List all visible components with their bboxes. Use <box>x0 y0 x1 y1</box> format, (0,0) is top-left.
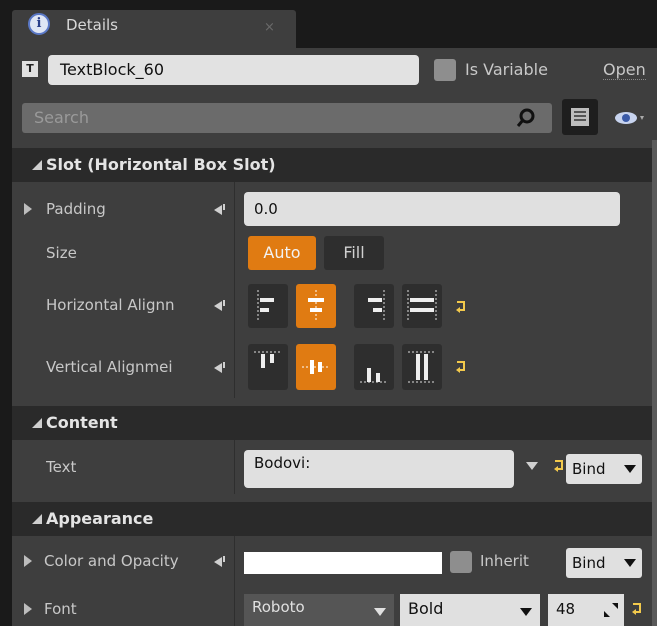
size-fill-button[interactable]: Fill <box>324 236 384 270</box>
horizontal-alignment-label: Horizontal Alignn <box>46 296 175 314</box>
valign-center-button[interactable] <box>296 344 336 390</box>
collapse-arrow-icon <box>32 418 42 428</box>
align-middle-icon <box>302 360 330 374</box>
section-appearance-header[interactable]: Appearance <box>12 502 652 536</box>
halign-fill-button[interactable] <box>402 284 442 328</box>
valign-bottom-button[interactable] <box>354 344 394 390</box>
widget-name-input[interactable]: TextBlock_60 <box>48 55 419 85</box>
reset-icon[interactable] <box>212 202 228 218</box>
align-bottom-icon <box>360 368 388 383</box>
reset-icon[interactable] <box>212 360 228 376</box>
dropdown-arrow-icon <box>520 608 532 616</box>
align-fill-icon <box>407 290 437 322</box>
valign-top-button[interactable] <box>248 344 288 390</box>
inherit-label: Inherit <box>480 552 529 570</box>
font-family-dropdown[interactable]: Roboto <box>244 594 394 626</box>
column-divider <box>234 440 235 494</box>
text-value-input[interactable]: Bodovi: <box>244 450 514 488</box>
column-divider <box>234 182 235 398</box>
bind-label: Bind <box>572 554 606 572</box>
yellow-reset-arrow-icon[interactable] <box>454 300 468 314</box>
font-family-value: Roboto <box>252 598 305 616</box>
halign-center-button[interactable] <box>296 284 336 328</box>
padding-label: Padding <box>46 200 106 218</box>
collapse-arrow-icon <box>32 160 42 170</box>
open-link[interactable]: Open <box>603 60 646 80</box>
info-icon: i <box>28 13 50 35</box>
align-top-icon <box>254 351 282 368</box>
text-bind-button[interactable]: Bind <box>566 454 642 484</box>
align-vfill-icon <box>408 351 436 383</box>
is-variable-label: Is Variable <box>465 60 548 79</box>
text-block-icon: T <box>22 61 38 77</box>
section-slot-title: Slot (Horizontal Box Slot) <box>46 155 276 174</box>
collapse-arrow-icon <box>32 514 42 524</box>
text-label: Text <box>46 458 77 476</box>
font-style-dropdown[interactable]: Bold <box>400 594 540 626</box>
dropdown-arrow-icon <box>624 559 636 567</box>
is-variable-checkbox[interactable] <box>434 59 456 81</box>
color-swatch[interactable] <box>244 552 442 574</box>
align-center-icon <box>308 290 324 322</box>
dropdown-arrow-icon[interactable] <box>526 462 538 470</box>
vertical-alignment-label: Vertical Alignmei <box>46 358 173 376</box>
section-content-title: Content <box>46 413 118 432</box>
close-icon[interactable]: × <box>264 20 275 35</box>
color-opacity-label: Color and Opacity <box>44 552 179 570</box>
eye-icon[interactable] <box>614 110 644 126</box>
halign-left-button[interactable] <box>248 284 288 328</box>
size-auto-button[interactable]: Auto <box>248 236 316 270</box>
reset-icon[interactable] <box>212 298 228 314</box>
content-properties: Text Bodovi: Bind <box>12 440 652 494</box>
section-slot-header[interactable]: Slot (Horizontal Box Slot) <box>12 148 652 182</box>
expand-arrow-icon[interactable] <box>24 203 32 215</box>
view-options-icon <box>571 108 589 126</box>
reset-icon[interactable] <box>212 554 228 570</box>
search-icon[interactable] <box>516 108 536 128</box>
spin-arrows-icon <box>604 603 618 617</box>
dropdown-arrow-icon <box>374 608 386 616</box>
font-label: Font <box>44 600 77 618</box>
inherit-checkbox[interactable] <box>450 551 472 573</box>
valign-fill-button[interactable] <box>402 344 442 390</box>
font-size-value: 48 <box>556 600 576 618</box>
align-right-icon <box>368 290 385 322</box>
expand-arrow-icon[interactable] <box>24 555 32 567</box>
appearance-properties: Color and Opacity Inherit Bind Font Robo… <box>12 536 652 626</box>
font-style-value: Bold <box>408 599 444 618</box>
dropdown-arrow-icon <box>624 465 636 473</box>
tab-label: Details <box>66 16 119 34</box>
bind-label: Bind <box>572 460 606 478</box>
yellow-reset-arrow-icon[interactable] <box>552 459 566 473</box>
align-left-icon <box>257 290 274 322</box>
yellow-reset-arrow-icon[interactable] <box>630 602 644 616</box>
scrollbar[interactable] <box>652 140 657 626</box>
font-size-input[interactable]: 48 <box>548 594 624 626</box>
tab-details[interactable] <box>12 10 296 48</box>
column-divider <box>234 536 235 626</box>
size-label: Size <box>46 244 77 262</box>
yellow-reset-arrow-icon[interactable] <box>454 360 468 374</box>
section-content-header[interactable]: Content <box>12 406 652 440</box>
padding-input[interactable]: 0.0 <box>244 192 620 226</box>
halign-right-button[interactable] <box>354 284 394 328</box>
section-appearance-title: Appearance <box>46 509 154 528</box>
search-input[interactable]: Search <box>22 103 552 133</box>
slot-properties: Padding 0.0 Size Auto Fill Horizontal Al… <box>12 182 652 398</box>
expand-arrow-icon[interactable] <box>24 603 32 615</box>
color-bind-button[interactable]: Bind <box>566 548 642 578</box>
